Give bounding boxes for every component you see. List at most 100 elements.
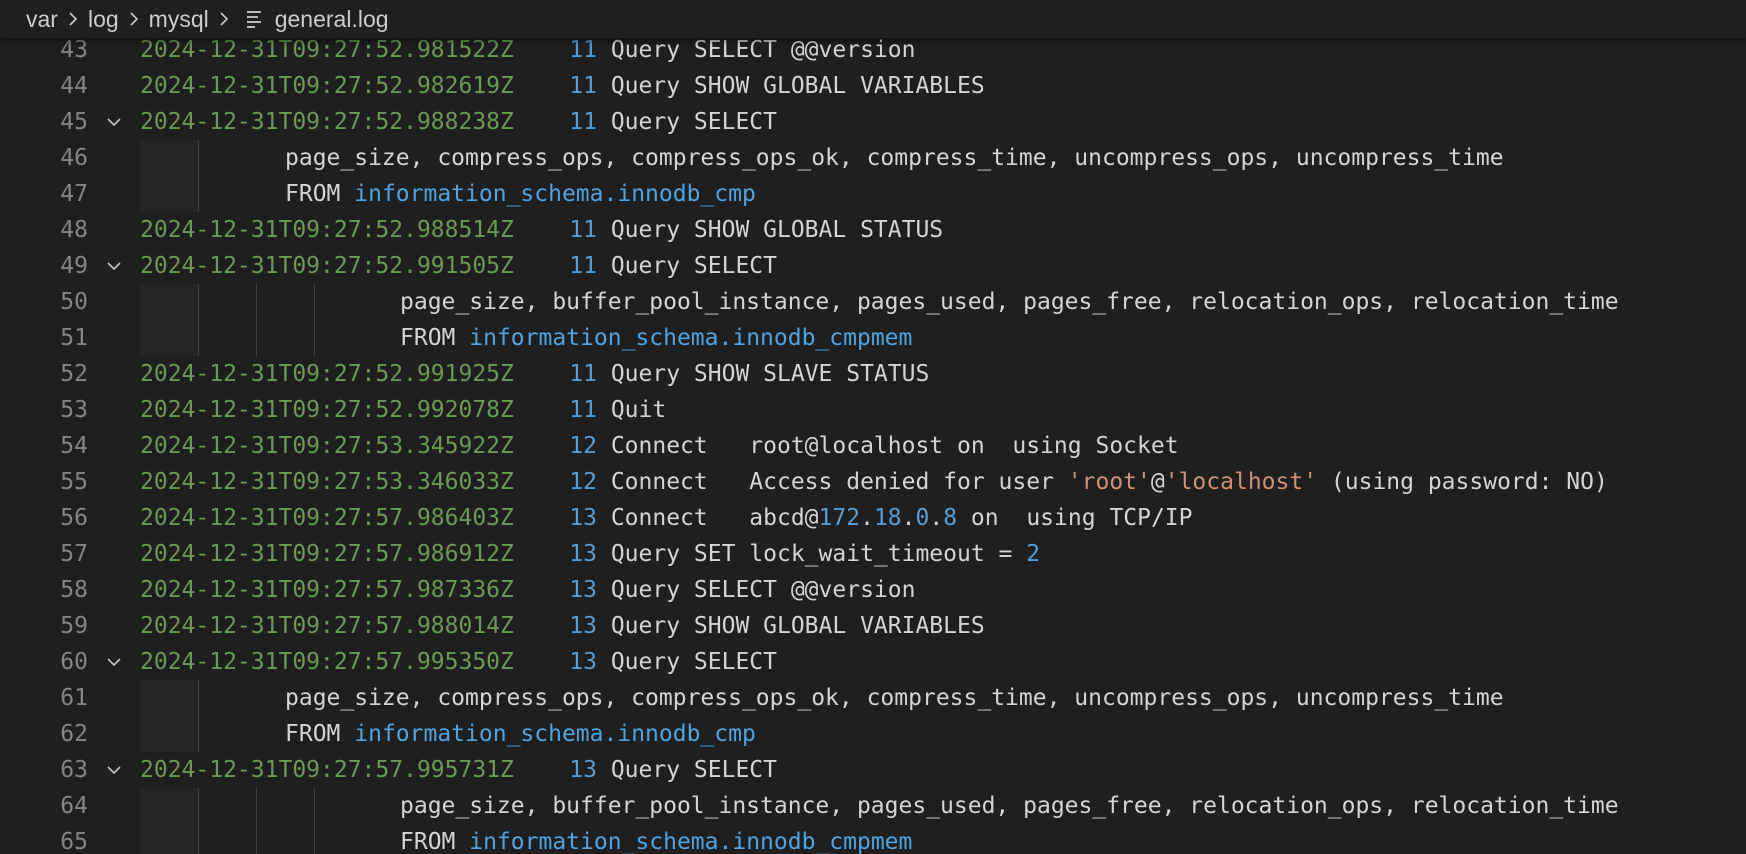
code-line[interactable]: 58 2024-12-31T09:27:57.987336Z 13 Query S… (0, 572, 1746, 608)
thread-id: 11 (569, 361, 597, 387)
log-message: Query SHOW GLOBAL VARIABLES (596, 73, 985, 99)
line-number: 51 (60, 325, 88, 351)
code-line[interactable]: 53 2024-12-31T09:27:52.992078Z 11 Quit (0, 392, 1746, 428)
code-text: 2024-12-31T09:27:57.986912Z 13 Query SET… (140, 536, 1040, 572)
code-line[interactable]: 55 2024-12-31T09:27:53.346033Z 12 Connect… (0, 464, 1746, 500)
indent-guide (198, 824, 199, 854)
code-line[interactable]: 61 page_size, compress_ops, compress_ops_… (0, 680, 1746, 716)
chevron-down-icon[interactable] (106, 763, 122, 777)
log-message: Query SELECT (596, 649, 777, 675)
code-line[interactable]: 54 2024-12-31T09:27:53.345922Z 12 Connect… (0, 428, 1746, 464)
log-timestamp: 2024-12-31T09:27:52.981522Z (140, 38, 514, 63)
log-message: Query SELECT @@version (596, 38, 916, 63)
code-line[interactable]: 65 FROM information_schema.innodb_cmpmem (0, 824, 1746, 854)
log-timestamp: 2024-12-31T09:27:52.988514Z (140, 217, 514, 243)
indent-block (140, 716, 198, 752)
code-line[interactable]: 51 FROM information_schema.innodb_cmpmem (0, 320, 1746, 356)
chevron-down-icon[interactable] (106, 259, 122, 273)
line-number: 58 (60, 577, 88, 603)
code-line[interactable]: 64 page_size, buffer_pool_instance, pages… (0, 788, 1746, 824)
log-timestamp: 2024-12-31T09:27:57.988014Z (140, 613, 514, 639)
code-line[interactable]: 50 page_size, buffer_pool_instance, pages… (0, 284, 1746, 320)
code-line[interactable]: 59 2024-12-31T09:27:57.988014Z 13 Query S… (0, 608, 1746, 644)
log-message: @ (1150, 469, 1165, 495)
code-text: page_size, compress_ops, compress_ops_ok… (285, 140, 1504, 176)
code-line[interactable]: 46 page_size, compress_ops, compress_ops_… (0, 140, 1746, 176)
indent-guide (198, 176, 199, 212)
chevron-right-icon (61, 10, 85, 28)
thread-id: 11 (569, 73, 597, 99)
line-number: 48 (60, 217, 88, 243)
breadcrumb-file-name[interactable]: general.log (275, 6, 389, 33)
table-name: information_schema.innodb_cmpmem (469, 325, 913, 351)
code-line[interactable]: 45 2024-12-31T09:27:52.988238Z 11 Query S… (0, 104, 1746, 140)
line-number: 52 (60, 361, 88, 387)
number-literal: 2 (1026, 541, 1041, 567)
code-text: 2024-12-31T09:27:53.345922Z 12 Connect r… (140, 428, 1179, 464)
thread-id: 11 (569, 253, 597, 279)
code-line[interactable]: 57 2024-12-31T09:27:57.986912Z 13 Query S… (0, 536, 1746, 572)
log-message: Query SELECT (596, 757, 777, 783)
log-message: on using TCP/IP (957, 505, 1193, 531)
indent-guide (314, 824, 315, 854)
log-message: Query SHOW GLOBAL VARIABLES (596, 613, 985, 639)
thread-id: 11 (569, 38, 597, 63)
chevron-down-icon[interactable] (106, 115, 122, 129)
breadcrumb-item-log[interactable]: log (88, 6, 119, 33)
log-message: Query SELECT (596, 253, 777, 279)
code-text: 2024-12-31T09:27:52.981522Z 11 Query SEL… (140, 38, 915, 68)
code-line[interactable]: 43 2024-12-31T09:27:52.981522Z 11 Query S… (0, 38, 1746, 68)
log-message: Connect Access denied for user (596, 469, 1068, 495)
sql-columns: page_size, compress_ops, compress_ops_ok… (285, 145, 1504, 171)
indent-guide (198, 140, 199, 176)
log-timestamp: 2024-12-31T09:27:53.345922Z (140, 433, 514, 459)
code-line[interactable]: 62 FROM information_schema.innodb_cmp (0, 716, 1746, 752)
indent-guide (198, 284, 199, 320)
line-number: 49 (60, 253, 88, 279)
sql-columns: page_size, buffer_pool_instance, pages_u… (400, 289, 1619, 315)
code-line[interactable]: 49 2024-12-31T09:27:52.991505Z 11 Query S… (0, 248, 1746, 284)
log-message: Query SHOW SLAVE STATUS (596, 361, 930, 387)
log-timestamp: 2024-12-31T09:27:57.986403Z (140, 505, 514, 531)
code-line[interactable]: 60 2024-12-31T09:27:57.995350Z 13 Query S… (0, 644, 1746, 680)
code-line[interactable]: 44 2024-12-31T09:27:52.982619Z 11 Query S… (0, 68, 1746, 104)
log-message: Query SHOW GLOBAL STATUS (596, 217, 944, 243)
log-message: Connect root@localhost on using Socket (596, 433, 1179, 459)
log-timestamp: 2024-12-31T09:27:52.991505Z (140, 253, 514, 279)
log-message: Query SELECT (596, 109, 777, 135)
code-line[interactable]: 48 2024-12-31T09:27:52.988514Z 11 Query S… (0, 212, 1746, 248)
line-number: 44 (60, 73, 88, 99)
code-text: FROM information_schema.innodb_cmpmem (400, 824, 912, 854)
code-text: 2024-12-31T09:27:52.988514Z 11 Query SHO… (140, 212, 943, 248)
log-timestamp: 2024-12-31T09:27:52.992078Z (140, 397, 514, 423)
thread-id: 13 (569, 505, 597, 531)
chevron-right-icon (212, 10, 236, 28)
line-number: 54 (60, 433, 88, 459)
code-line[interactable]: 52 2024-12-31T09:27:52.991925Z 11 Query S… (0, 356, 1746, 392)
code-text: 2024-12-31T09:27:57.988014Z 13 Query SHO… (140, 608, 985, 644)
indent-guide (314, 284, 315, 320)
breadcrumb-item-var[interactable]: var (26, 6, 58, 33)
line-number: 62 (60, 721, 88, 747)
indent-block (140, 680, 198, 716)
code-text: 2024-12-31T09:27:57.987336Z 13 Query SEL… (140, 572, 915, 608)
line-number: 45 (60, 109, 88, 135)
code-text: 2024-12-31T09:27:57.995731Z 13 Query SEL… (140, 752, 777, 788)
thread-id: 13 (569, 613, 597, 639)
indent-block (140, 176, 198, 212)
code-text: 2024-12-31T09:27:52.982619Z 11 Query SHO… (140, 68, 985, 104)
indent-block (140, 320, 198, 356)
chevron-down-icon[interactable] (106, 655, 122, 669)
thread-id: 11 (569, 109, 597, 135)
breadcrumb-item-mysql[interactable]: mysql (149, 6, 209, 33)
code-text: 2024-12-31T09:27:57.986403Z 13 Connect a… (140, 505, 1193, 531)
code-line[interactable]: 56 2024-12-31T09:27:57.986403Z 13 Connect… (0, 500, 1746, 536)
code-line[interactable]: 47 FROM information_schema.innodb_cmp (0, 176, 1746, 212)
code-line[interactable]: 63 2024-12-31T09:27:57.995731Z 13 Query S… (0, 752, 1746, 788)
code-editor[interactable]: 43 2024-12-31T09:27:52.981522Z 11 Query S… (0, 38, 1746, 854)
code-text: page_size, compress_ops, compress_ops_ok… (285, 680, 1504, 716)
indent-guide (314, 320, 315, 356)
line-number: 53 (60, 397, 88, 423)
ip-octet: 8 (943, 505, 958, 531)
indent-guide (256, 320, 257, 356)
